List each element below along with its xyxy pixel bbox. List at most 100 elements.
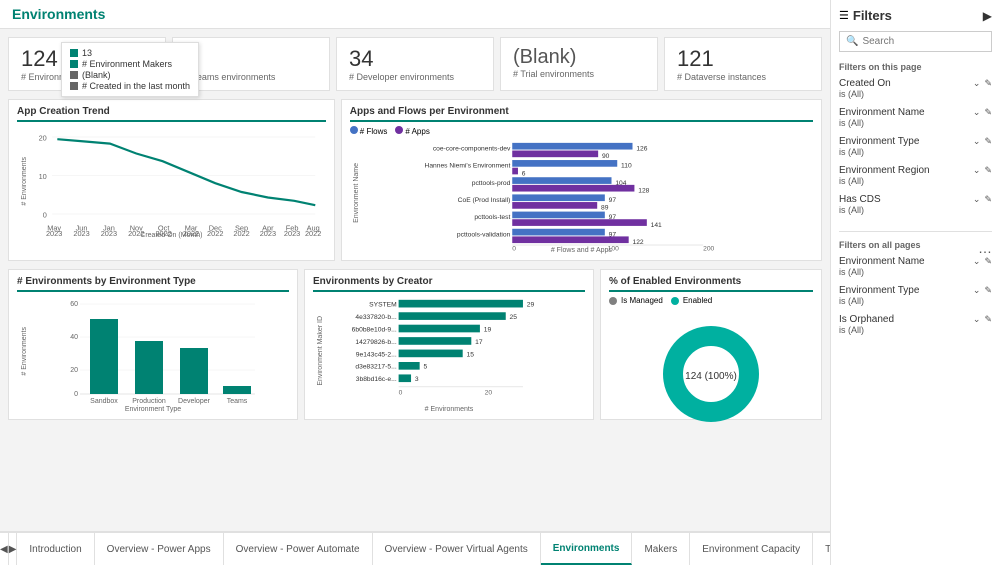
tab-nav-next[interactable]: ▶ — [9, 533, 18, 565]
env-type-x-label: Environment Type — [17, 406, 289, 413]
apps-flows-x-label: # Flows and # Apps — [350, 247, 813, 254]
filter-has-cds: Has CDS ⌄ ✎ is (All) — [839, 194, 992, 215]
filter-created-on: Created On ⌄ ✎ is (All) — [839, 78, 992, 99]
kpi-label-dataverse: # Dataverse instances — [677, 72, 809, 82]
svg-text:60: 60 — [70, 301, 78, 308]
search-box[interactable]: 🔍 — [839, 31, 992, 52]
svg-text:2023: 2023 — [260, 229, 276, 238]
svg-text:2022: 2022 — [207, 229, 223, 238]
kpi-developer: 34 # Developer environments — [336, 37, 494, 91]
filter-chevron-env-region[interactable]: ⌄ — [973, 165, 981, 176]
filter-divider — [839, 231, 992, 232]
filter-edit-env-name[interactable]: ✎ — [984, 107, 992, 118]
svg-text:19: 19 — [484, 326, 492, 333]
search-input[interactable] — [862, 36, 985, 47]
filters-all-pages-title: Filters on all pages — [839, 240, 921, 250]
is-managed-label: Is Managed — [621, 296, 663, 305]
svg-text:15: 15 — [467, 351, 475, 358]
filter-env-name: Environment Name ⌄ ✎ is (All) — [839, 107, 992, 128]
app-creation-trend-card: App Creation Trend # Environments — [8, 99, 335, 261]
svg-text:20: 20 — [485, 390, 493, 397]
filter-chevron-env-type[interactable]: ⌄ — [973, 136, 981, 147]
tab-overview-powervirtualagents[interactable]: Overview - Power Virtual Agents — [373, 533, 541, 565]
svg-text:40: 40 — [70, 334, 78, 341]
svg-text:pcttools-test: pcttools-test — [474, 214, 510, 221]
kpi-row: 124 # Environments 13 # Environment Make… — [8, 37, 822, 91]
tab-overview-powerautomate[interactable]: Overview - Power Automate — [224, 533, 373, 565]
kpi-value-dataverse: 121 — [677, 46, 809, 72]
apps-flows-legend: # Flows # Apps — [350, 126, 813, 136]
env-type-y-label: # Environments — [21, 327, 28, 376]
env-by-creator-card: Environments by Creator Environment Make… — [304, 269, 594, 420]
filters-on-page-title: Filters on this page — [839, 62, 992, 72]
svg-text:0: 0 — [74, 391, 78, 398]
svg-text:10: 10 — [39, 172, 47, 181]
tab-nav-prev[interactable]: ◀ — [0, 533, 9, 565]
svg-text:100: 100 — [607, 246, 618, 253]
filters-collapse-button[interactable]: ▶ — [983, 9, 992, 23]
env-by-creator-title: Environments by Creator — [313, 276, 585, 292]
tab-teams-environments[interactable]: Teams Environments — [813, 533, 830, 565]
tab-environments[interactable]: Environments — [541, 533, 633, 565]
filter-chevron-env-name[interactable]: ⌄ — [973, 107, 981, 118]
svg-text:2023: 2023 — [73, 229, 89, 238]
svg-text:Developer: Developer — [178, 398, 211, 405]
env-creator-x-label: # Environments — [313, 406, 585, 413]
app-creation-trend-title: App Creation Trend — [17, 106, 326, 122]
svg-text:6: 6 — [522, 170, 526, 177]
filters-title: Filters — [853, 8, 892, 23]
filter-is-orphaned: Is Orphaned ⌄ ✎ is (All) — [839, 314, 992, 335]
svg-text:2023: 2023 — [46, 229, 62, 238]
svg-text:17: 17 — [475, 339, 483, 346]
svg-text:200: 200 — [703, 246, 714, 253]
search-icon: 🔍 — [846, 36, 858, 47]
filter-chevron-created-on[interactable]: ⌄ — [973, 78, 981, 89]
env-creator-y-label: Environment Maker ID — [317, 316, 324, 386]
app-trend-y-label: # Environments — [21, 157, 28, 206]
filter-edit-env-type[interactable]: ✎ — [984, 136, 992, 147]
filter-edit-all-env-type[interactable]: ✎ — [984, 285, 992, 296]
svg-text:141: 141 — [650, 222, 661, 229]
charts-row: App Creation Trend # Environments — [8, 99, 822, 261]
svg-text:9e143c45-2...: 9e143c45-2... — [356, 351, 397, 358]
pct-enabled-title: % of Enabled Environments — [609, 276, 813, 292]
filter-edit-all-env-name[interactable]: ✎ — [984, 256, 992, 267]
apps-flows-title: Apps and Flows per Environment — [350, 106, 813, 122]
svg-text:89: 89 — [601, 205, 609, 212]
svg-text:90: 90 — [602, 153, 610, 160]
all-pages-header: Filters on all pages … — [839, 240, 992, 256]
svg-text:2023: 2023 — [101, 229, 117, 238]
svg-text:128: 128 — [638, 188, 649, 195]
filter-chevron-is-orphaned[interactable]: ⌄ — [973, 314, 981, 325]
enabled-label: Enabled — [683, 296, 712, 305]
svg-text:124 (100%): 124 (100%) — [685, 371, 737, 382]
tab-makers[interactable]: Makers — [632, 533, 690, 565]
tab-overview-powerapps[interactable]: Overview - Power Apps — [95, 533, 224, 565]
svg-text:coe-core-components-dev: coe-core-components-dev — [433, 146, 511, 153]
svg-text:4e337820-b...: 4e337820-b... — [355, 314, 396, 321]
filter-edit-created-on[interactable]: ✎ — [984, 78, 992, 89]
filters-panel: ☰ Filters ▶ 🔍 Filters on this page Creat… — [830, 0, 1000, 565]
pct-enabled-card: % of Enabled Environments Is Managed Ena… — [600, 269, 822, 420]
filter-edit-is-orphaned[interactable]: ✎ — [984, 314, 992, 325]
tab-introduction[interactable]: Introduction — [17, 533, 94, 565]
donut-legend: Is Managed Enabled — [609, 296, 813, 305]
kpi-value-trial: (Blank) — [513, 46, 645, 69]
all-pages-options-button[interactable]: … — [978, 240, 992, 256]
filter-chevron-has-cds[interactable]: ⌄ — [973, 194, 981, 205]
tab-environment-capacity[interactable]: Environment Capacity — [690, 533, 813, 565]
filter-all-env-type: Environment Type ⌄ ✎ is (All) — [839, 285, 992, 306]
bottom-row: # Environments by Environment Type # Env… — [8, 269, 822, 420]
svg-text:97: 97 — [608, 197, 616, 204]
filter-chevron-all-env-type[interactable]: ⌄ — [973, 285, 981, 296]
svg-text:3b8bd16c-e...: 3b8bd16c-e... — [356, 376, 397, 383]
svg-text:SYSTEM: SYSTEM — [369, 302, 397, 309]
env-by-type-title: # Environments by Environment Type — [17, 276, 289, 292]
filter-chevron-all-env-name[interactable]: ⌄ — [973, 256, 981, 267]
env-by-type-card: # Environments by Environment Type # Env… — [8, 269, 298, 420]
filter-edit-env-region[interactable]: ✎ — [984, 165, 992, 176]
filter-edit-has-cds[interactable]: ✎ — [984, 194, 992, 205]
filter-env-region: Environment Region ⌄ ✎ is (All) — [839, 165, 992, 186]
apps-flows-y-label: Environment Name — [353, 163, 360, 223]
svg-text:6b0b8e10d-9...: 6b0b8e10d-9... — [352, 326, 397, 333]
